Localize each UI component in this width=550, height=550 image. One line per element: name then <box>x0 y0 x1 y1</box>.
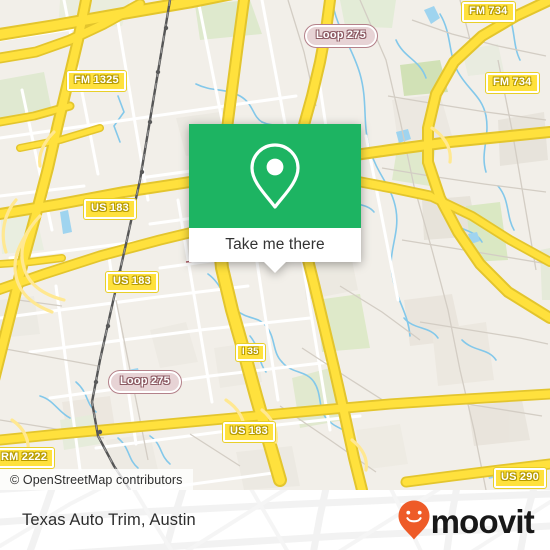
road-shield-fm734-east: FM 734 <box>485 72 540 94</box>
road-shield-fm1325: FM 1325 <box>66 70 127 92</box>
moovit-pin-icon <box>398 500 430 540</box>
footer-bar: Texas Auto Trim, Austin moovit <box>0 490 550 550</box>
popup-pointer-tail <box>264 262 286 273</box>
road-shield-us183-middle: US 183 <box>105 271 159 293</box>
road-shield-us183-lower: US 183 <box>222 421 276 443</box>
road-shield-loop275-north: Loop 275 <box>304 24 378 48</box>
popup-header <box>189 124 361 228</box>
road-shield-fm734-north: FM 734 <box>461 1 516 23</box>
popup-footer[interactable]: Take me there <box>189 228 361 273</box>
map-pin-icon <box>250 143 300 209</box>
take-me-there-label: Take me there <box>225 236 325 253</box>
map-screenshot: FM 734 Loop 275 FM 734 FM 1325 US 183 US… <box>0 0 550 550</box>
location-title-text: Texas Auto Trim, Austin <box>22 510 196 529</box>
map-canvas[interactable]: FM 734 Loop 275 FM 734 FM 1325 US 183 US… <box>0 0 550 490</box>
osm-attribution-text: © OpenStreetMap contributors <box>10 472 183 487</box>
location-popup-card[interactable]: Take me there <box>189 124 361 273</box>
road-shield-rm2222: RM 2222 <box>0 447 56 469</box>
osm-attribution[interactable]: © OpenStreetMap contributors <box>0 469 193 490</box>
location-title: Texas Auto Trim, Austin <box>22 490 196 550</box>
moovit-logo[interactable]: moovit <box>397 490 535 550</box>
road-shield-i35: I 35 <box>235 343 266 362</box>
road-shield-loop275-south: Loop 275 <box>108 370 182 394</box>
moovit-wordmark: moovit <box>430 502 535 540</box>
road-shield-us290: US 290 <box>493 467 547 489</box>
road-shield-us183-upper: US 183 <box>83 198 137 220</box>
